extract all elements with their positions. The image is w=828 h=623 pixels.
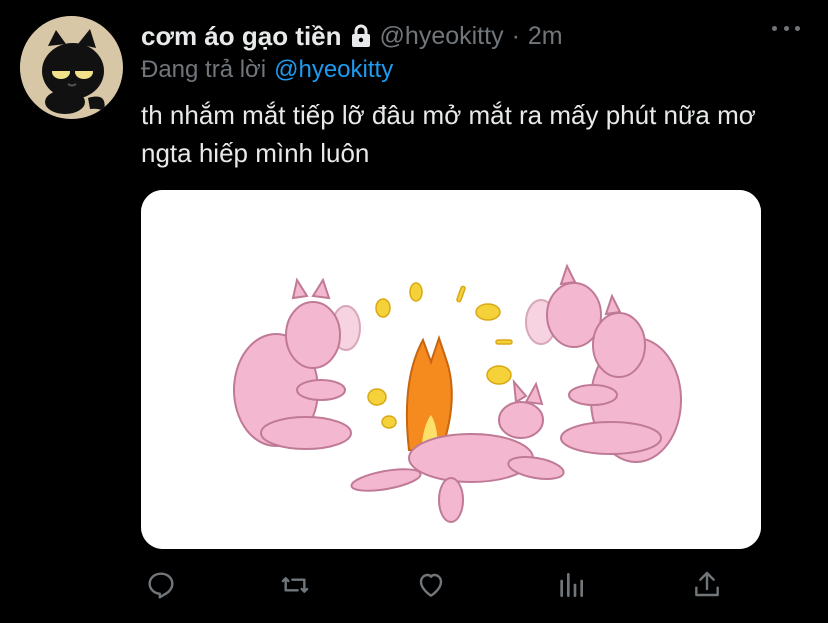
timestamp[interactable]: 2m [528,22,563,51]
reply-context: Đang trả lời @hyeokitty [141,56,393,84]
more-icon[interactable] [772,18,800,38]
more-dot [795,25,800,31]
reply-prefix: Đang trả lời [141,56,267,83]
share-icon [695,571,719,597]
analytics-button[interactable] [551,565,591,605]
tweet-image[interactable] [141,190,761,549]
display-name[interactable]: cơm áo gạo tiền [141,21,342,52]
tweet-text: th nhắm mắt tiếp lỡ đâu mở mắt ra mấy ph… [141,100,756,168]
analytics-icon [560,573,583,597]
black-cat-avatar [20,16,122,118]
campfire-illustration [141,190,761,549]
avatar[interactable] [20,16,123,119]
separator: · [511,21,520,50]
more-dot [772,25,777,31]
retweet-button[interactable] [275,565,315,605]
tweet-actions [141,565,741,605]
share-button[interactable] [687,565,727,605]
like-icon [419,573,443,597]
reply-button[interactable] [141,565,181,605]
like-button[interactable] [411,565,451,605]
lock-icon [350,24,372,48]
reply-icon [148,572,174,599]
retweet-icon [281,577,309,593]
reply-mention[interactable]: @hyeokitty [274,56,393,83]
tweet-header: cơm áo gạo tiền @hyeokitty · 2m [141,18,563,54]
handle[interactable]: @hyeokitty [380,22,504,51]
more-dot [783,25,789,31]
